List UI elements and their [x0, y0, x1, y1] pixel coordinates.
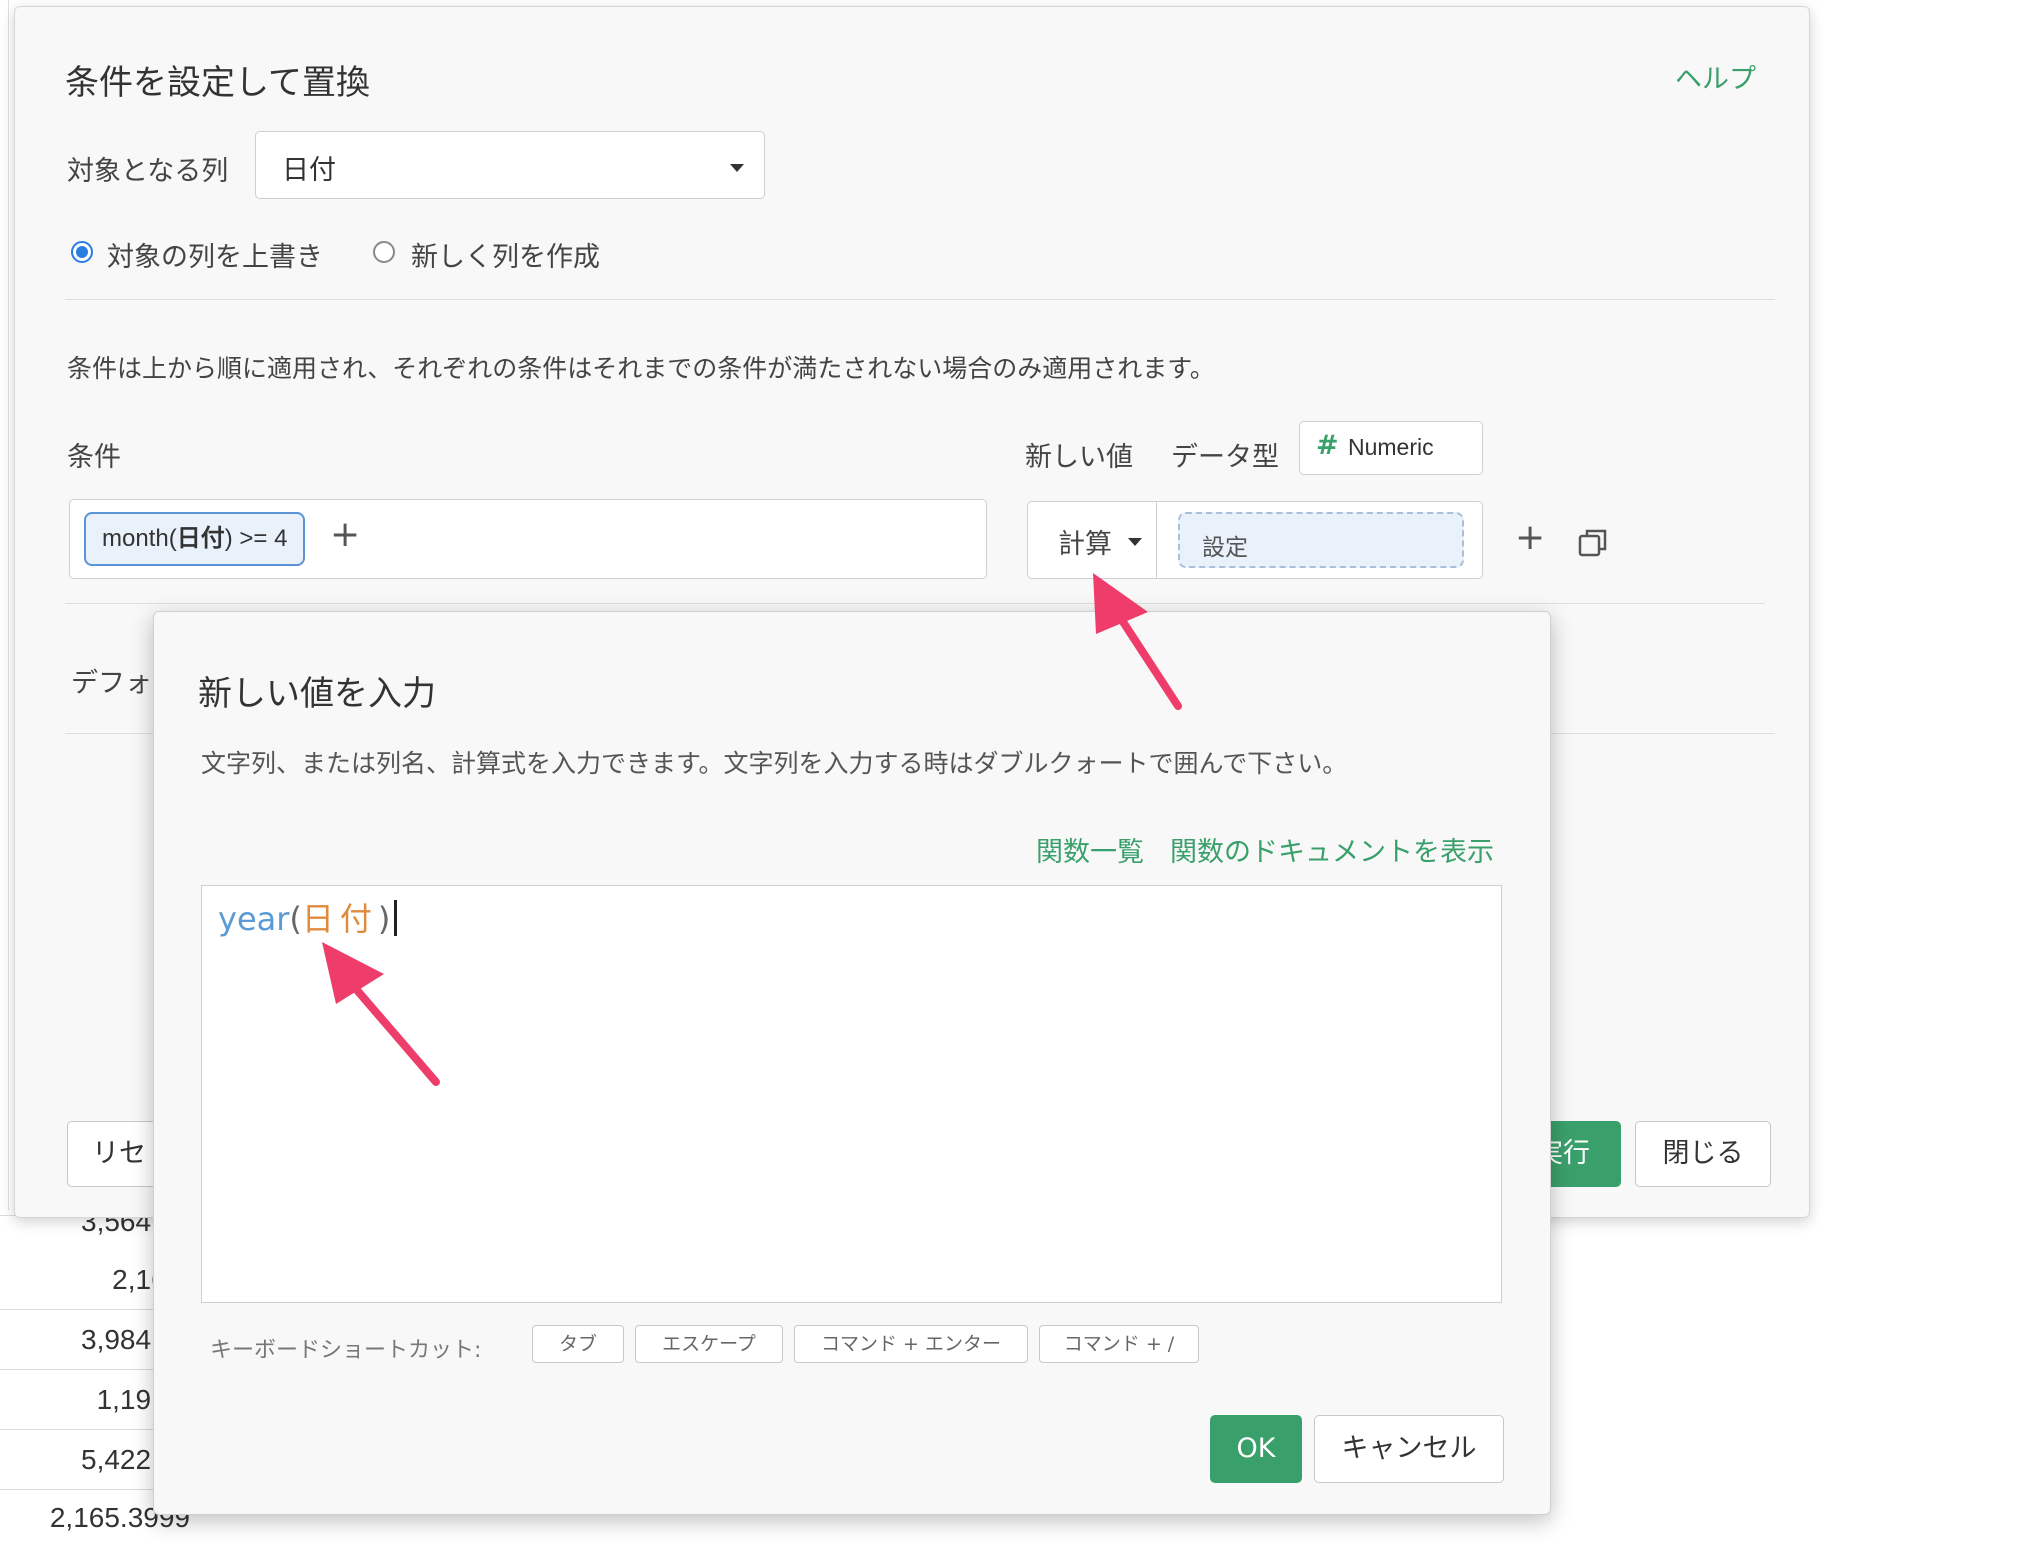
arrow-icon: [1093, 573, 1182, 710]
arrow-icon: [322, 942, 440, 1086]
annotation-arrows: [322, 573, 1182, 1086]
